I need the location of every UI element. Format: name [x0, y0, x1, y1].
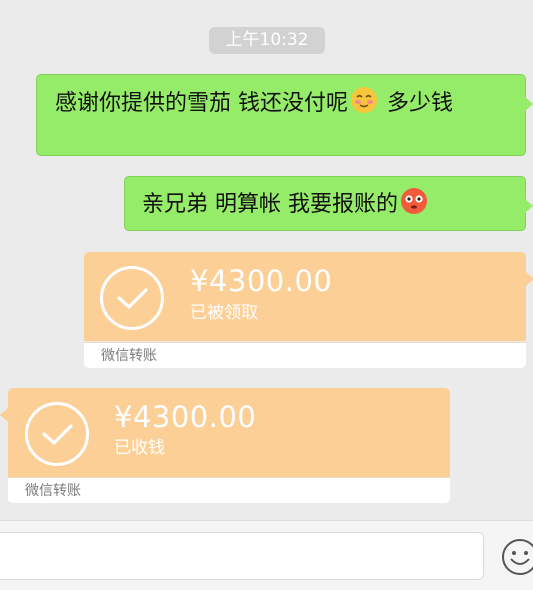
transfer-card-body: ¥4300.00 已被领取: [84, 252, 526, 341]
transfer-card-sent[interactable]: ¥4300.00 已被领取 微信转账: [84, 252, 533, 368]
transfer-card-body: ¥4300.00 已收钱: [8, 388, 450, 477]
transfer-amount: ¥4300.00: [190, 264, 333, 298]
smiley-face-icon[interactable]: [500, 537, 533, 577]
blushing-face-icon: [351, 87, 377, 113]
transfer-status: 已被领取: [190, 303, 258, 323]
check-circle-icon: [100, 266, 164, 330]
flushed-face-icon: [401, 188, 427, 214]
message-text: 感谢你提供的雪茄 钱还没付呢: [55, 91, 348, 116]
timestamp: 上午10:32: [209, 27, 325, 54]
check-circle-icon: [25, 402, 89, 466]
transfer-footer-label: 微信转账: [8, 477, 450, 503]
transfer-amount: ¥4300.00: [114, 400, 257, 434]
message-bubble-sent[interactable]: 亲兄弟 明算帐 我要报账的: [124, 176, 533, 231]
transfer-card-received[interactable]: ¥4300.00 已收钱 微信转账: [0, 388, 450, 503]
chat-window: 上午10:32 感谢你提供的雪茄 钱还没付呢 多少钱 亲兄弟 明算帐 我要报账的: [0, 0, 533, 590]
message-text-continued: 多少钱: [380, 91, 453, 116]
transfer-footer-label: 微信转账: [84, 342, 526, 368]
message-input[interactable]: [0, 532, 484, 580]
message-input-bar: [0, 520, 533, 590]
message-text: 亲兄弟 明算帐 我要报账的: [142, 192, 398, 217]
message-bubble-sent[interactable]: 感谢你提供的雪茄 钱还没付呢 多少钱: [36, 74, 533, 156]
transfer-status: 已收钱: [114, 438, 165, 458]
